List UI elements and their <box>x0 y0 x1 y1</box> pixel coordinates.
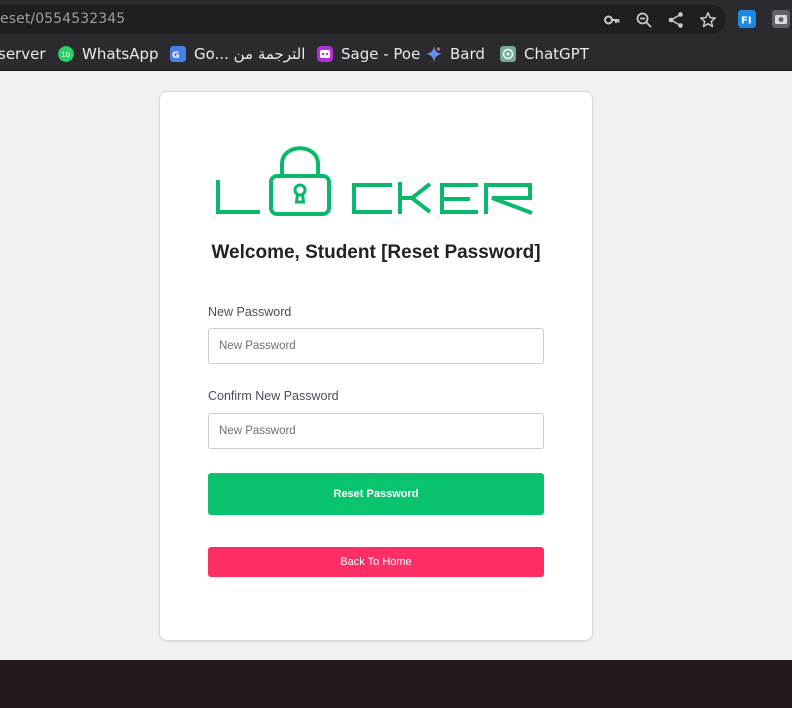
bookmark-label: server <box>0 45 46 63</box>
svg-text:FI: FI <box>741 16 752 27</box>
confirm-password-label: Confirm New Password <box>208 389 339 403</box>
share-icon[interactable] <box>667 11 685 29</box>
new-password-input[interactable] <box>208 328 544 364</box>
bookmark-label: WhatsApp <box>82 45 159 63</box>
new-password-label: New Password <box>208 305 292 319</box>
bookmark-poe[interactable]: Sage - Poe <box>317 44 420 64</box>
extension-fi-icon[interactable]: FI <box>738 10 756 28</box>
bookmark-translate[interactable]: G Go... الترجمة من <box>170 44 305 64</box>
zoom-out-icon[interactable] <box>635 11 653 29</box>
reset-password-card: Welcome, Student [Reset Password] New Pa… <box>159 91 593 641</box>
url-text: eset/0554532345 <box>0 11 126 27</box>
camera-extension-icon[interactable] <box>772 10 790 28</box>
bookmark-label: ChatGPT <box>524 45 589 63</box>
svg-text:10: 10 <box>61 51 70 59</box>
bookmark-whatsapp[interactable]: 10 WhatsApp <box>58 44 159 64</box>
poe-icon <box>317 46 333 62</box>
whatsapp-icon: 10 <box>58 46 74 62</box>
svg-text:G: G <box>172 51 179 61</box>
key-icon[interactable] <box>603 11 621 29</box>
bottom-dark-strip <box>0 660 792 708</box>
reset-password-button[interactable]: Reset Password <box>208 473 544 515</box>
browser-toolbar: eset/0554532345 FI <box>0 0 792 38</box>
bookmark-star-icon[interactable] <box>699 11 717 29</box>
chatgpt-icon <box>500 46 516 62</box>
bookmark-label: Go... الترجمة من <box>194 45 306 63</box>
bookmark-chatgpt[interactable]: ChatGPT <box>500 44 589 64</box>
confirm-password-input[interactable] <box>208 413 544 449</box>
back-to-home-button[interactable]: Back To Home <box>208 547 544 577</box>
bard-icon <box>426 46 442 62</box>
bookmark-label: Bard <box>450 45 485 63</box>
bookmark-label: Sage - Poe <box>341 45 421 63</box>
address-bar[interactable]: eset/0554532345 <box>0 5 726 34</box>
locker-logo <box>216 146 533 216</box>
translate-icon: G <box>170 46 186 62</box>
bookmark-bard[interactable]: Bard <box>426 44 485 64</box>
page-title: Welcome, Student [Reset Password] <box>211 242 541 263</box>
bookmark-server[interactable]: server <box>0 44 45 64</box>
bookmarks-bar: server 10 WhatsApp G Go... الترجمة من Sa… <box>0 38 792 71</box>
